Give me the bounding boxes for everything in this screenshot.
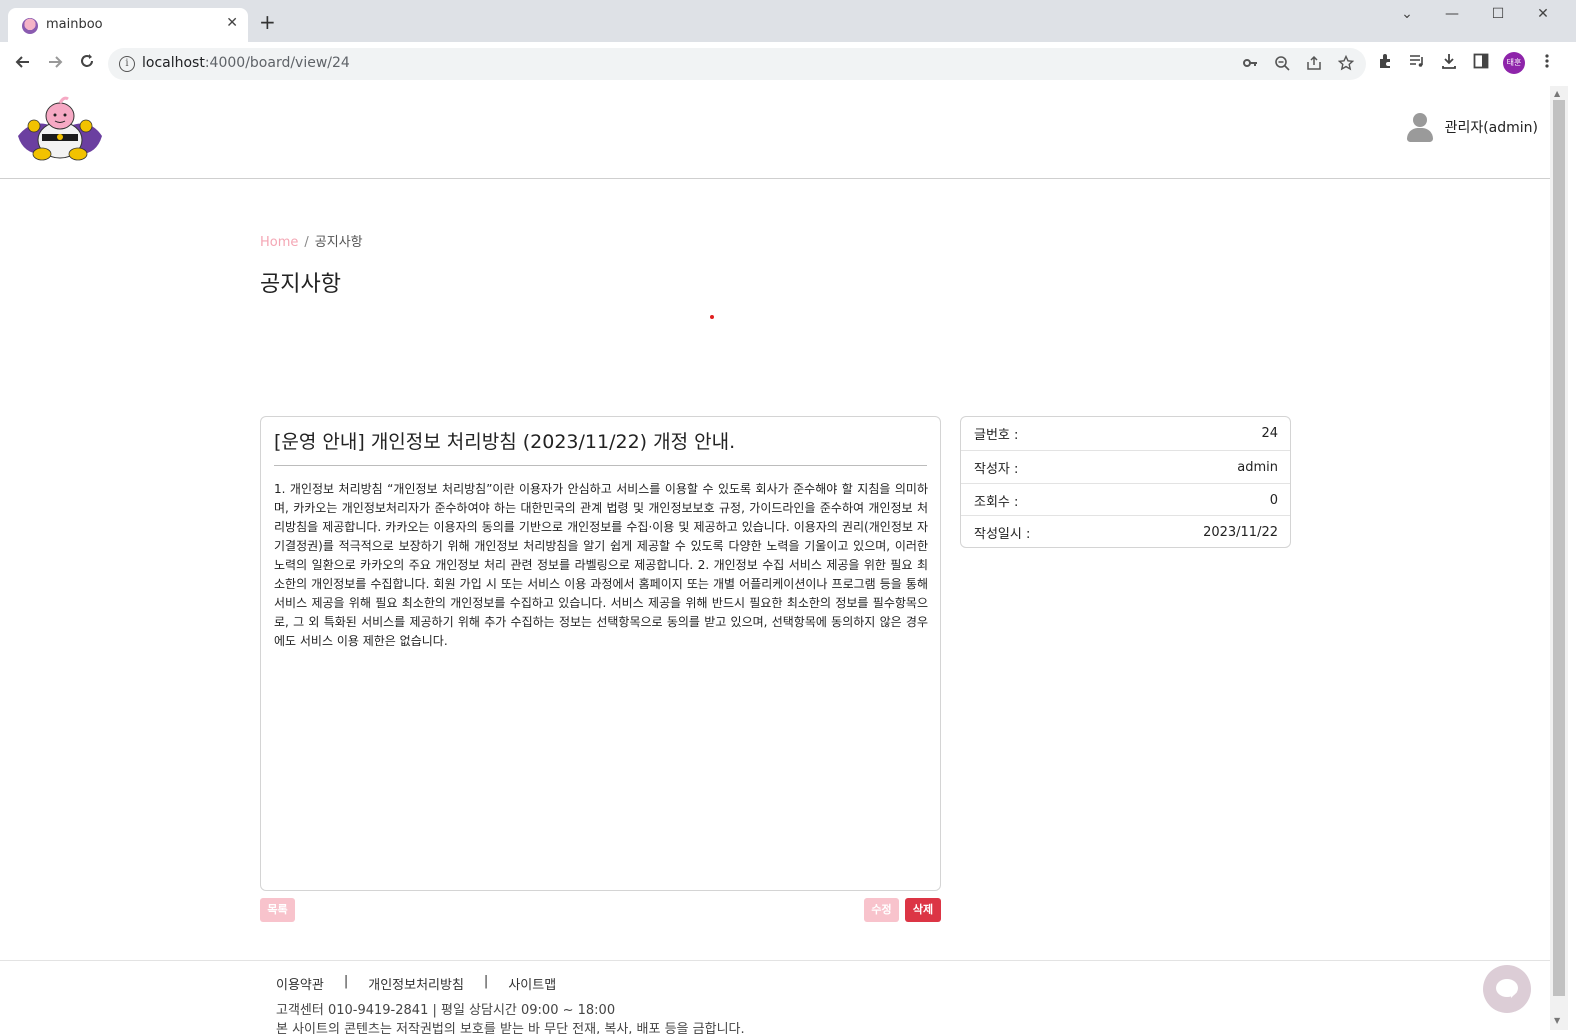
page-scrollbar[interactable]: ▲ ▼: [1550, 86, 1568, 1030]
footer-link-sitemap[interactable]: 사이트맵: [508, 974, 556, 993]
zoom-out-icon[interactable]: [1274, 55, 1290, 75]
meta-label: 조회수 :: [974, 494, 1019, 510]
decorative-dot: [710, 315, 714, 319]
footer-separator: |: [483, 974, 489, 989]
meta-row-date: 작성일시 : 2023/11/22: [961, 515, 1290, 548]
user-name: 관리자(admin): [1444, 120, 1538, 136]
edit-button[interactable]: 수정: [864, 898, 899, 922]
meta-label: 글번호 :: [974, 428, 1019, 443]
extensions-icon[interactable]: [1377, 53, 1393, 73]
browser-tab[interactable]: mainboo ✕: [8, 8, 248, 42]
breadcrumb-current: 공지사항: [314, 235, 363, 250]
breadcrumb-home-link[interactable]: Home: [260, 235, 298, 250]
address-bar[interactable]: i localhost:4000/board/view/24: [108, 48, 1366, 80]
tab-strip: mainboo ✕ + ⌄ — ☐ ✕: [0, 0, 1576, 42]
post-divider: [274, 465, 927, 466]
key-icon[interactable]: [1242, 55, 1258, 75]
meta-label: 작성자 :: [974, 461, 1019, 477]
meta-row-author: 작성자 : admin: [961, 450, 1290, 483]
site-logo[interactable]: [12, 96, 108, 162]
post-title: [운영 안내] 개인정보 처리방침 (2023/11/22) 개정 안내.: [274, 431, 736, 453]
meta-row-views: 조회수 : 0: [961, 483, 1290, 516]
close-tab-icon[interactable]: ✕: [226, 15, 238, 31]
footer-link-privacy[interactable]: 개인정보처리방침: [368, 974, 464, 993]
profile-avatar[interactable]: 태훈: [1503, 52, 1525, 74]
footer-contact-info: 고객센터 010-9419-2841 | 평일 상담시간 09:00 ~ 18:…: [276, 1003, 616, 1018]
post-meta-card: 글번호 : 24 작성자 : admin 조회수 : 0 작성일시 : 2023…: [960, 416, 1291, 548]
browser-toolbar: i localhost:4000/board/view/24 태훈: [0, 42, 1576, 86]
post-card: [운영 안내] 개인정보 처리방침 (2023/11/22) 개정 안내. 1.…: [260, 416, 941, 891]
site-header: 관리자(admin): [0, 86, 1550, 179]
footer-link-terms[interactable]: 이용약관: [276, 974, 324, 993]
scroll-up-icon[interactable]: ▲: [1554, 89, 1560, 98]
tab-title: mainboo: [46, 17, 103, 32]
back-icon[interactable]: [12, 53, 34, 76]
page-content: 관리자(admin) Home / 공지사항 공지사항 [운영 안내] 개인정보 처…: [0, 86, 1550, 1034]
delete-button[interactable]: 삭제: [905, 898, 941, 922]
download-icon[interactable]: [1441, 53, 1457, 73]
meta-row-number: 글번호 : 24: [961, 417, 1290, 450]
media-icon[interactable]: [1409, 53, 1425, 73]
window-close-icon[interactable]: ✕: [1528, 6, 1558, 22]
footer-separator: |: [343, 974, 349, 989]
scroll-down-icon[interactable]: ▼: [1554, 1016, 1560, 1025]
user-menu[interactable]: 관리자(admin): [1405, 110, 1538, 144]
meta-label: 작성일시 :: [974, 526, 1031, 542]
site-info-icon[interactable]: i: [119, 56, 135, 72]
page-title: 공지사항: [260, 272, 341, 297]
star-icon[interactable]: [1337, 54, 1355, 75]
tab-search-icon[interactable]: ⌄: [1392, 6, 1422, 22]
chat-button[interactable]: [1483, 965, 1531, 1013]
footer-copyright: 본 사이트의 콘텐츠는 저작권법의 보호를 받는 바 무단 전재, 복사, 배포…: [276, 1022, 745, 1034]
breadcrumb: Home / 공지사항: [260, 231, 363, 250]
url-text[interactable]: localhost:4000/board/view/24: [142, 55, 350, 71]
minimize-icon[interactable]: —: [1437, 6, 1467, 22]
meta-value: 24: [1261, 426, 1278, 441]
maximize-icon[interactable]: ☐: [1483, 6, 1513, 22]
meta-value: 0: [1269, 492, 1278, 508]
meta-value: 2023/11/22: [1203, 524, 1278, 540]
forward-icon[interactable]: [44, 53, 66, 76]
browser-chrome: mainboo ✕ + ⌄ — ☐ ✕ i localhost:4000/boa…: [0, 0, 1576, 86]
footer-links: 이용약관 | 개인정보처리방침 | 사이트맵: [276, 974, 556, 993]
sidepanel-icon[interactable]: [1473, 53, 1489, 73]
scrollbar-thumb[interactable]: [1553, 100, 1565, 996]
breadcrumb-separator: /: [304, 235, 309, 250]
share-icon[interactable]: [1306, 55, 1322, 75]
post-body: 1. 개인정보 처리방침 “개인정보 처리방침”이란 이용자가 안심하고 서비스…: [274, 482, 928, 648]
list-button[interactable]: 목록: [260, 898, 295, 922]
menu-icon[interactable]: [1539, 53, 1555, 73]
site-footer: 이용약관 | 개인정보처리방침 | 사이트맵 고객센터 010-9419-284…: [0, 960, 1550, 1034]
meta-value: admin: [1237, 459, 1278, 475]
favicon-icon: [22, 18, 38, 34]
user-icon: [1405, 111, 1435, 143]
reload-icon[interactable]: [76, 53, 98, 76]
new-tab-button[interactable]: +: [259, 12, 276, 32]
